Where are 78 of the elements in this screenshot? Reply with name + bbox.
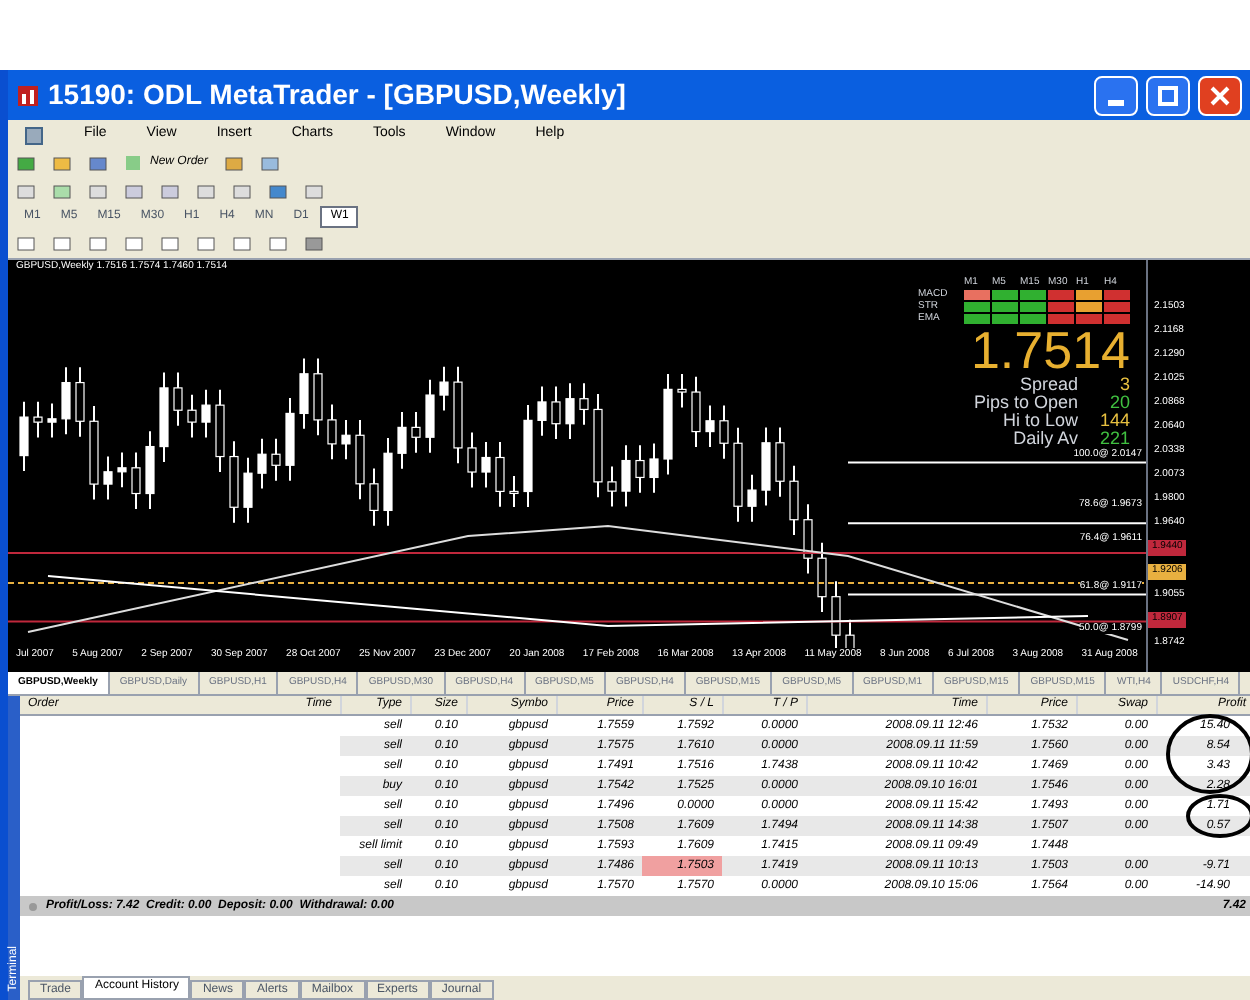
candle [103, 455, 113, 501]
candle [677, 373, 687, 409]
candle [453, 365, 463, 465]
candle [845, 618, 855, 648]
stat-label: Pips to Open [973, 394, 1078, 412]
current-price: 1.7514 [970, 324, 1130, 376]
candle [61, 366, 71, 436]
candle [537, 385, 547, 437]
candle [355, 418, 365, 501]
candle [439, 365, 449, 412]
candle [285, 397, 295, 482]
app-icon [16, 83, 40, 107]
minimize-button[interactable] [1094, 75, 1138, 115]
stat-value: 20 [1107, 394, 1130, 412]
candle [803, 503, 813, 575]
stat-label: Spread [1019, 376, 1078, 394]
candle [831, 580, 841, 648]
candle [775, 426, 785, 498]
candle [75, 366, 85, 438]
candle [187, 393, 197, 439]
candle [173, 371, 183, 427]
maximize-icon [1158, 85, 1178, 105]
stat-label: Daily Av [1013, 430, 1078, 448]
candle [397, 411, 407, 470]
candle [579, 382, 589, 426]
candle [467, 431, 477, 489]
stat-label: Hi to Low [1002, 412, 1078, 430]
candle [243, 456, 253, 524]
candle [117, 451, 127, 489]
minimize-icon [1108, 99, 1124, 105]
candle [495, 441, 505, 508]
candle [215, 388, 225, 473]
candle [509, 475, 519, 508]
candle [341, 418, 351, 461]
candle [383, 436, 393, 527]
candle [523, 404, 533, 508]
window-title: 15190: ODL MetaTrader - [GBPUSD,Weekly] [48, 76, 628, 114]
stat-value: 3 [1117, 376, 1130, 394]
candle [425, 378, 435, 454]
candle [817, 541, 827, 614]
candle [635, 444, 645, 494]
candle [313, 357, 323, 437]
candle [145, 430, 155, 510]
candle [761, 426, 771, 507]
close-button[interactable] [1198, 75, 1242, 115]
candle [47, 402, 57, 439]
candle [607, 465, 617, 508]
info-icon [28, 901, 38, 911]
candle [663, 373, 673, 476]
candle [565, 382, 575, 441]
candle [411, 411, 421, 454]
candle [229, 440, 239, 524]
candle [593, 393, 603, 499]
candle [649, 442, 659, 494]
stat-value: 144 [1097, 412, 1130, 430]
candle [789, 464, 799, 537]
candle [327, 403, 337, 461]
close-icon [1210, 85, 1230, 105]
candle [719, 404, 729, 460]
candle [19, 400, 29, 472]
candle [733, 426, 743, 523]
candle [89, 404, 99, 501]
candle [705, 404, 715, 448]
candle [159, 371, 169, 463]
candle [369, 467, 379, 527]
candle [551, 385, 561, 441]
maximize-button[interactable] [1146, 75, 1190, 115]
candle [257, 437, 267, 490]
candle [131, 451, 141, 510]
stat-value: 221 [1097, 430, 1130, 448]
candle [747, 473, 757, 523]
candle [621, 444, 631, 508]
candle [33, 400, 43, 439]
candle [201, 388, 211, 439]
candle [299, 357, 309, 430]
candle [271, 437, 281, 482]
candle [691, 375, 701, 448]
candle [481, 441, 491, 489]
